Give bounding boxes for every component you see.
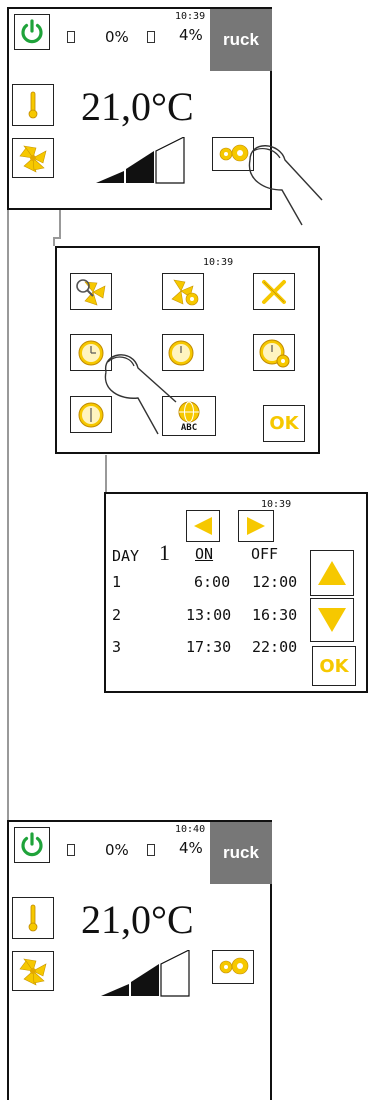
arrow-right-icon: [247, 517, 265, 535]
clock-button[interactable]: [70, 334, 112, 371]
tools-button[interactable]: [253, 273, 295, 310]
main-screen-updated: 0% 4% 10:40 ruck 21,0°C: [7, 820, 272, 1100]
day-label: DAY: [112, 547, 140, 565]
clock-gear-button[interactable]: [253, 334, 295, 371]
ok-button[interactable]: OK: [312, 646, 356, 686]
fan-button[interactable]: [12, 138, 54, 178]
clock-time: 10:39: [203, 257, 234, 268]
clock-time: 10:39: [175, 11, 206, 22]
ruck-logo: ruck: [210, 822, 272, 884]
fan-button[interactable]: [12, 951, 54, 991]
fan-level-bar-1: [96, 171, 124, 183]
increase-button[interactable]: [310, 550, 354, 596]
clock-moon-button[interactable]: [162, 334, 204, 371]
previous-day-button[interactable]: [186, 510, 220, 542]
filter2-percent: 4%: [179, 839, 203, 857]
abc-label: ABC: [180, 422, 198, 433]
row-on-time[interactable]: 17:30: [186, 639, 231, 655]
clock-icon: [78, 340, 104, 365]
filter2-icon: [147, 31, 155, 43]
filter2-icon: [147, 844, 155, 856]
filter1-icon: [67, 31, 75, 43]
power-button[interactable]: [14, 14, 50, 50]
clock-2-button[interactable]: [70, 396, 112, 433]
row-off-time[interactable]: 22:00: [252, 639, 297, 655]
ruck-logo: ruck: [210, 9, 272, 71]
gears-icon: [219, 144, 249, 162]
menu-screen: 10:39 ABC OK: [55, 246, 320, 454]
power-icon: [21, 832, 43, 857]
clock-time: 10:39: [261, 499, 292, 510]
ok-button[interactable]: OK: [263, 405, 305, 442]
fan-level-bar-3: [155, 137, 185, 184]
clock-icon: [78, 402, 104, 427]
thermometer-icon: [28, 904, 38, 932]
clock-moon-icon: [168, 340, 194, 366]
fan-level-bar-2: [131, 964, 159, 996]
gears-icon: [219, 957, 249, 975]
row-index: 2: [112, 606, 122, 624]
temperature-button[interactable]: [12, 84, 54, 126]
clock-gear-icon: [259, 339, 290, 367]
filter2-percent: 4%: [179, 26, 203, 44]
day-number: 1: [159, 540, 170, 565]
row-index: 3: [112, 638, 122, 656]
search-fan-icon: [76, 278, 106, 305]
temperature-display: 21,0°C: [81, 897, 194, 942]
row-off-time[interactable]: 16:30: [252, 607, 297, 623]
off-header: OFF: [251, 545, 279, 563]
fan-settings-button[interactable]: [162, 273, 204, 310]
language-button[interactable]: ABC: [162, 396, 216, 436]
temperature-display: 21,0°C: [81, 84, 194, 129]
fan-level-bar-2: [126, 151, 154, 183]
temperature-button[interactable]: [12, 897, 54, 939]
clock-time: 10:40: [175, 824, 206, 835]
fan-icon: [19, 145, 47, 173]
main-screen: 0% 4% 10:39 ruck 21,0°C: [7, 7, 272, 210]
settings-button[interactable]: [212, 137, 254, 171]
thermometer-icon: [28, 91, 38, 119]
filter1-icon: [67, 844, 75, 856]
arrow-left-icon: [194, 517, 212, 535]
row-on-time[interactable]: 6:00: [194, 574, 230, 590]
fan-level-indicator[interactable]: [94, 137, 189, 189]
filter1-percent: 0%: [105, 841, 129, 859]
row-on-time[interactable]: 13:00: [186, 607, 231, 623]
decrease-button[interactable]: [310, 598, 354, 642]
row-index: 1: [112, 573, 122, 591]
fan-icon: [19, 958, 47, 986]
tools-icon: [262, 279, 286, 304]
settings-button[interactable]: [212, 950, 254, 984]
search-fan-button[interactable]: [70, 273, 112, 310]
globe-icon: [178, 401, 200, 422]
fan-level-indicator[interactable]: [99, 950, 194, 1002]
timer-program-screen: 10:39 DAY 1 ON OFF 1 6:00 12:00 2 13:00 …: [104, 492, 368, 693]
filter1-percent: 0%: [105, 28, 129, 46]
fan-level-bar-3: [160, 950, 190, 997]
fan-level-bar-1: [101, 984, 129, 996]
on-header: ON: [195, 545, 214, 563]
fan-settings-icon: [171, 279, 199, 305]
arrow-up-icon: [318, 561, 346, 585]
row-off-time[interactable]: 12:00: [252, 574, 297, 590]
power-icon: [21, 19, 43, 44]
power-button[interactable]: [14, 827, 50, 863]
arrow-down-icon: [318, 608, 346, 632]
next-day-button[interactable]: [238, 510, 274, 542]
